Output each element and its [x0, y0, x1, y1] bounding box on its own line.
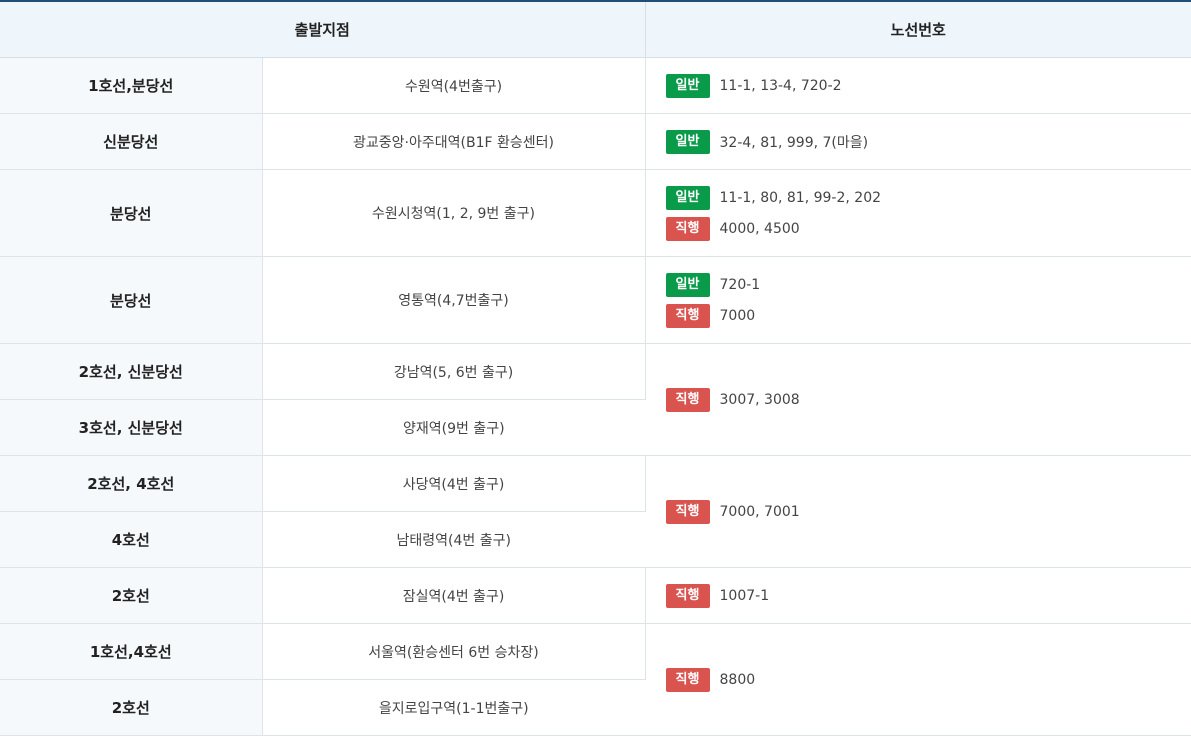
express-badge: 직행 [665, 303, 710, 328]
table-row: 분당선 수원시청역(1, 2, 9번 출구) 일반 11-1, 80, 81, 9… [0, 169, 1191, 257]
subway-line: 신분당선 [0, 113, 263, 170]
station: 광교중앙·아주대역(B1F 환승센터) [262, 113, 646, 170]
table-row: 분당선 영통역(4,7번출구) 일반 720-1 직행 7000 [0, 256, 1191, 344]
route-cell: 일반 720-1 직행 7000 [645, 256, 1191, 344]
route-numbers: 7000 [719, 307, 756, 324]
subway-line: 1호선,분당선 [0, 57, 263, 114]
subway-line: 3호선, 신분당선 [0, 399, 263, 456]
station: 수원역(4번출구) [262, 57, 646, 114]
route-cell: 일반 11-1, 13-4, 720-2 [645, 57, 1191, 114]
express-badge: 직행 [665, 387, 710, 412]
route-numbers: 7000, 7001 [719, 503, 800, 520]
subway-line: 분당선 [0, 169, 263, 257]
route-numbers: 720-1 [719, 276, 761, 293]
subway-line: 2호선, 신분당선 [0, 343, 263, 400]
route-cell: 직행 7000, 7001 [645, 455, 1191, 568]
route-cell: 일반 32-4, 81, 999, 7(마을) [645, 113, 1191, 170]
header-origin: 출발지점 [0, 0, 646, 58]
route-cell: 직행 1007-1 [645, 567, 1191, 624]
station: 영통역(4,7번출구) [262, 256, 646, 344]
route-numbers: 3007, 3008 [719, 391, 800, 408]
table-row: 신분당선 광교중앙·아주대역(B1F 환승센터) 일반 32-4, 81, 999… [0, 113, 1191, 170]
route-numbers: 11-1, 13-4, 720-2 [719, 77, 842, 94]
route-numbers: 11-1, 80, 81, 99-2, 202 [719, 189, 882, 206]
station: 수원시청역(1, 2, 9번 출구) [262, 169, 646, 257]
route-numbers: 1007-1 [719, 587, 770, 604]
table-row: 2호선, 신분당선 강남역(5, 6번 출구) 직행 3007, 3008 [0, 343, 1191, 456]
subway-line: 1호선,4호선 [0, 623, 263, 680]
station: 잠실역(4번 출구) [262, 567, 646, 624]
station: 서울역(환승센터 6번 승차장) [262, 623, 646, 680]
general-badge: 일반 [665, 272, 710, 297]
general-badge: 일반 [665, 73, 710, 98]
express-badge: 직행 [665, 667, 710, 692]
general-badge: 일반 [665, 129, 710, 154]
route-numbers: 4000, 4500 [719, 220, 800, 237]
route-cell: 일반 11-1, 80, 81, 99-2, 202 직행 4000, 4500 [645, 169, 1191, 257]
general-badge: 일반 [665, 185, 710, 210]
table-row: 1호선,분당선 수원역(4번출구) 일반 11-1, 13-4, 720-2 [0, 57, 1191, 114]
route-numbers: 32-4, 81, 999, 7(마을) [719, 134, 869, 151]
station: 을지로입구역(1-1번출구) [262, 679, 646, 736]
express-badge: 직행 [665, 583, 710, 608]
station: 양재역(9번 출구) [262, 399, 646, 456]
subway-line: 2호선 [0, 567, 263, 624]
table-row: 2호선 잠실역(4번 출구) 직행 1007-1 [0, 567, 1191, 624]
station: 남태령역(4번 출구) [262, 511, 646, 568]
route-cell: 직행 3007, 3008 [645, 343, 1191, 456]
subway-line: 분당선 [0, 256, 263, 344]
header-route-number: 노선번호 [645, 0, 1191, 58]
table-row: 1호선,4호선 서울역(환승센터 6번 승차장) 직행 8800 [0, 623, 1191, 736]
express-badge: 직행 [665, 499, 710, 524]
bus-route-table: 출발지점 노선번호 1호선,분당선 수원역(4번출구) 일반 11-1, 13-4… [0, 0, 1191, 736]
subway-line: 2호선, 4호선 [0, 455, 263, 512]
subway-line: 4호선 [0, 511, 263, 568]
route-numbers: 8800 [719, 671, 756, 688]
station: 사당역(4번 출구) [262, 455, 646, 512]
route-cell: 직행 8800 [645, 623, 1191, 736]
station: 강남역(5, 6번 출구) [262, 343, 646, 400]
express-badge: 직행 [665, 216, 710, 241]
table-row: 2호선, 4호선 사당역(4번 출구) 직행 7000, 7001 [0, 455, 1191, 568]
header-row: 출발지점 노선번호 [0, 0, 1191, 58]
subway-line: 2호선 [0, 679, 263, 736]
